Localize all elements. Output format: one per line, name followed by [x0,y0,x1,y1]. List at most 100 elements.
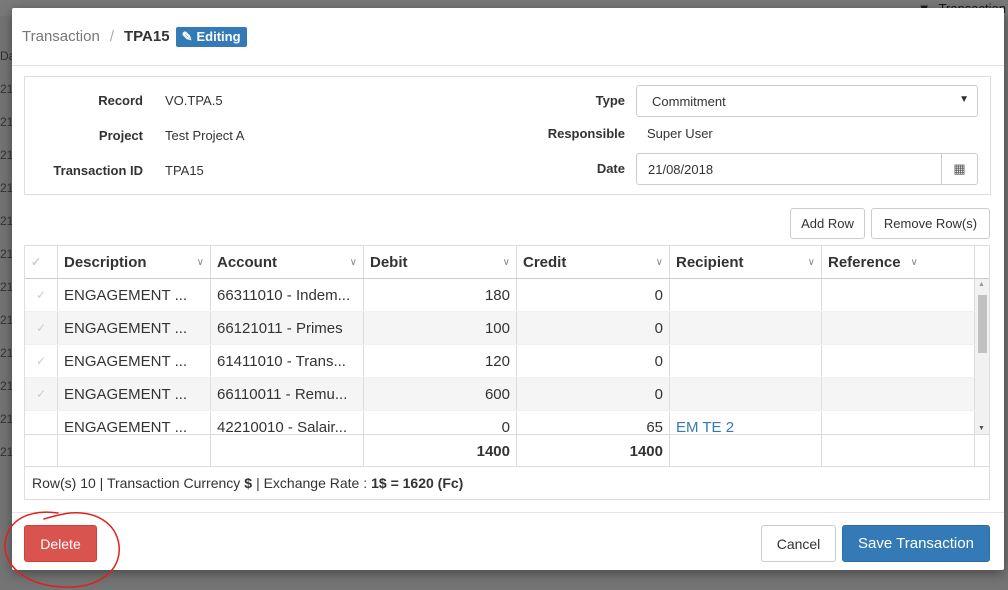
breadcrumb-separator: / [109,28,114,45]
grid-header: ✓ Description ∨ Account ∨ Debit ∨ Credit ∨ R… [25,246,989,279]
totals-spacer [25,435,58,466]
row-checkbox[interactable]: ✓ [25,378,58,410]
totals-spacer [670,435,822,466]
breadcrumb-parent[interactable]: Transaction [22,28,100,45]
cell-credit[interactable]: 0 [517,345,670,377]
type-select[interactable]: Commitment ▼ [636,85,978,117]
cell-description[interactable]: ENGAGEMENT ... [58,411,211,434]
cell-description[interactable]: ENGAGEMENT ... [58,345,211,377]
exchange-rate-label: | Exchange Rate : [256,475,368,491]
project-value: Test Project A [165,128,245,143]
select-all-checkbox[interactable]: ✓ [25,246,58,278]
record-row: Record VO.TPA.5 [25,93,223,108]
cell-reference[interactable] [822,279,975,311]
cell-credit[interactable]: 0 [517,378,670,410]
chevron-down-icon[interactable]: ∨ [350,257,357,268]
table-row[interactable]: ✓ ENGAGEMENT ... 66121011 - Primes 100 0 [25,312,975,345]
delete-button[interactable]: Delete [24,525,97,562]
editing-badge-label: Editing [196,29,241,44]
pencil-icon: ✎ [181,28,193,44]
grid-totals-row: 1400 1400 [25,434,989,466]
grid-status-bar: Row(s) 10 | Transaction Currency $ | Exc… [24,467,990,500]
transaction-id-row: Transaction ID TPA15 [25,163,204,178]
totals-spacer [211,435,364,466]
cell-reference[interactable] [822,411,975,434]
responsible-value: Super User [647,126,713,141]
record-label: Record [98,93,143,108]
add-row-button[interactable]: Add Row [790,208,865,239]
column-header-debit[interactable]: Debit ∨ [364,246,517,278]
cell-reference[interactable] [822,345,975,377]
cancel-button[interactable]: Cancel [761,525,836,562]
cell-recipient[interactable] [670,378,822,410]
date-field[interactable]: 21/08/2018 ▦ [636,153,978,185]
totals-spacer [822,435,975,466]
modal-header: Transaction / TPA15 ✎ Editing [12,8,1004,66]
scroll-down-icon[interactable]: ▼ [978,425,985,432]
cell-debit[interactable]: 0 [364,411,517,434]
save-transaction-button[interactable]: Save Transaction [842,525,990,562]
totals-spacer [58,435,211,466]
cell-account[interactable]: 42210010 - Salair... [211,411,364,434]
scroll-up-icon[interactable]: ▲ [978,281,985,288]
table-row[interactable]: ENGAGEMENT ... 42210010 - Salair... 0 65… [25,411,975,434]
breadcrumb-current: TPA15 [123,28,170,45]
column-header-reference[interactable]: Reference ∨ [822,246,975,278]
cell-reference[interactable] [822,378,975,410]
cell-debit[interactable]: 120 [364,345,517,377]
column-header-label: Description [64,253,147,271]
cell-credit[interactable]: 0 [517,312,670,344]
cell-debit[interactable]: 100 [364,312,517,344]
cell-recipient[interactable] [670,345,822,377]
chevron-down-icon[interactable]: ∨ [503,257,510,268]
cell-account[interactable]: 66121011 - Primes [211,312,364,344]
row-checkbox[interactable] [25,411,58,434]
cell-description[interactable]: ENGAGEMENT ... [58,378,211,410]
row-checkbox[interactable]: ✓ [25,279,58,311]
calendar-icon[interactable]: ▦ [941,154,977,184]
grid-body: ✓ ENGAGEMENT ... 66311010 - Indem... 180… [25,279,975,434]
type-select-value: Commitment [652,93,726,109]
record-value: VO.TPA.5 [165,93,223,108]
cell-credit[interactable]: 65 [517,411,670,434]
column-header-label: Debit [370,253,408,271]
date-label: Date [596,161,625,176]
chevron-down-icon[interactable]: ∨ [197,257,204,268]
total-credit: 1400 [517,435,670,466]
cell-account[interactable]: 61411010 - Trans... [211,345,364,377]
transaction-id-value: TPA15 [165,163,204,178]
cell-account[interactable]: 66311010 - Indem... [211,279,364,311]
transaction-modal: Transaction / TPA15 ✎ Editing Record VO.… [12,8,1004,570]
cell-debit[interactable]: 600 [364,378,517,410]
cell-recipient[interactable] [670,279,822,311]
cell-recipient[interactable]: EM TE 2 [670,411,822,434]
cell-account[interactable]: 66110011 - Remu... [211,378,364,410]
grid-scrollbar[interactable]: ▲ ▼ [975,279,989,434]
cell-description[interactable]: ENGAGEMENT ... [58,312,211,344]
column-header-label: Account [217,253,277,271]
cell-debit[interactable]: 180 [364,279,517,311]
scrollbar-thumb[interactable] [978,295,987,353]
column-header-credit[interactable]: Credit ∨ [517,246,670,278]
column-header-description[interactable]: Description ∨ [58,246,211,278]
column-header-account[interactable]: Account ∨ [211,246,364,278]
table-row[interactable]: ✓ ENGAGEMENT ... 66311010 - Indem... 180… [25,279,975,312]
transaction-grid: ✓ Description ∨ Account ∨ Debit ∨ Credit ∨ R… [24,245,990,467]
column-header-recipient[interactable]: Recipient ∨ [670,246,822,278]
chevron-down-icon[interactable]: ∨ [911,257,918,268]
cell-description[interactable]: ENGAGEMENT ... [58,279,211,311]
responsible-row: Responsible Super User [505,126,713,141]
table-row[interactable]: ✓ ENGAGEMENT ... 61411010 - Trans... 120… [25,345,975,378]
row-checkbox[interactable]: ✓ [25,312,58,344]
type-label-row: Type [505,93,625,108]
table-row[interactable]: ✓ ENGAGEMENT ... 66110011 - Remu... 600 … [25,378,975,411]
exchange-rate-value: 1$ = 1620 (Fc) [371,475,464,491]
cell-reference[interactable] [822,312,975,344]
chevron-down-icon[interactable]: ∨ [808,257,815,268]
remove-rows-button[interactable]: Remove Row(s) [871,208,990,239]
date-input[interactable]: 21/08/2018 [637,162,941,177]
cell-recipient[interactable] [670,312,822,344]
chevron-down-icon[interactable]: ∨ [656,257,663,268]
cell-credit[interactable]: 0 [517,279,670,311]
row-checkbox[interactable]: ✓ [25,345,58,377]
